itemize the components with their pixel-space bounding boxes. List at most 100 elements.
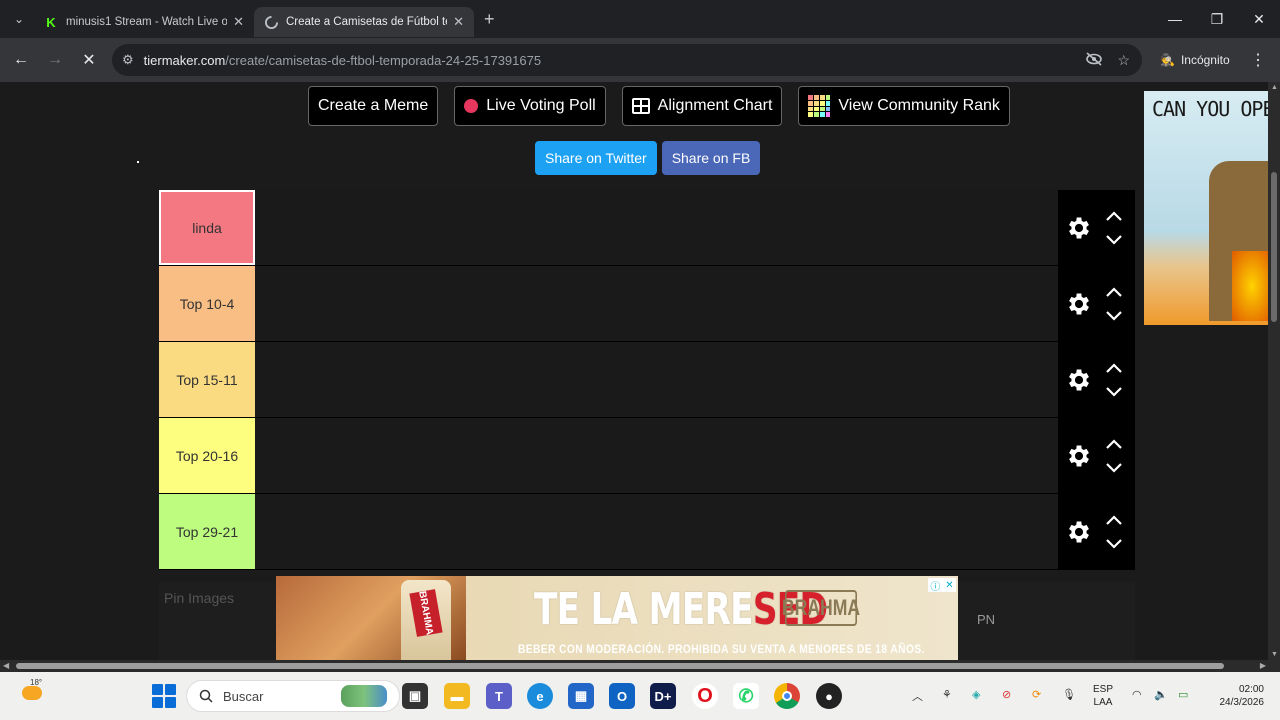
tier-drop-zone[interactable] — [255, 190, 1058, 265]
url-host: tiermaker.com — [143, 52, 226, 68]
file-explorer-icon[interactable]: ▬ — [444, 683, 470, 709]
close-icon[interactable]: ✕ — [453, 14, 464, 30]
edge-icon[interactable]: e — [527, 683, 553, 709]
tier-drop-zone[interactable] — [255, 418, 1058, 493]
gear-icon[interactable] — [1062, 366, 1096, 394]
clock[interactable]: 02:00 24/3/2026 — [1208, 683, 1265, 709]
gear-icon[interactable] — [1062, 214, 1096, 242]
whatsapp-icon[interactable]: ✆ — [733, 683, 759, 709]
gear-icon[interactable] — [1062, 290, 1096, 318]
weather-icon — [22, 686, 42, 700]
chrome-icon[interactable] — [774, 683, 800, 709]
wifi-icon[interactable]: ◠ — [1132, 688, 1142, 701]
language-indicator[interactable]: ESP LAA — [1093, 683, 1113, 709]
side-advertisement[interactable]: CAN YOU OPEN — [1144, 91, 1268, 325]
tray-security-icon[interactable]: ⊘ — [1002, 688, 1011, 701]
share-twitter-button[interactable]: Share on Twitter — [535, 141, 657, 175]
tier-row: linda — [159, 190, 1135, 266]
outlook-icon[interactable]: O — [609, 683, 635, 709]
address-bar: ← → ✕ ⚙ tiermaker.com/create/camisetas-d… — [0, 38, 1280, 82]
tray-sync-icon[interactable]: ◈ — [972, 688, 980, 701]
tier-row: Top 20-16 — [159, 418, 1135, 494]
scroll-right-icon[interactable]: ▶ — [1260, 661, 1266, 670]
stop-loading-icon[interactable]: ✕ — [72, 43, 106, 77]
move-down-chevron-icon[interactable] — [1105, 310, 1123, 322]
tray-update-icon[interactable]: ⟳ — [1032, 688, 1041, 701]
restore-icon[interactable]: ❐ — [1196, 0, 1238, 38]
incognito-badge[interactable]: 🕵 Incógnito — [1148, 44, 1242, 76]
tier-label[interactable]: Top 10-4 — [159, 266, 255, 341]
stray-dot — [137, 161, 139, 163]
taskbar-search-input[interactable]: Buscar — [186, 680, 400, 712]
site-settings-icon[interactable]: ⚙ — [122, 52, 134, 68]
forward-arrow-icon[interactable]: → — [38, 43, 72, 77]
tier-controls — [1058, 190, 1135, 265]
tier-drop-zone[interactable] — [255, 494, 1058, 569]
tier-label[interactable]: Top 20-16 — [159, 418, 255, 493]
move-down-chevron-icon[interactable] — [1105, 462, 1123, 474]
alignment-chart-button[interactable]: Alignment Chart — [621, 86, 783, 126]
move-down-chevron-icon[interactable] — [1105, 234, 1123, 246]
tier-drop-zone[interactable] — [255, 266, 1058, 341]
ad-choices-icon[interactable]: ⓘ ✕ — [928, 578, 956, 593]
move-up-chevron-icon[interactable] — [1105, 362, 1123, 374]
scroll-up-icon[interactable]: ▲ — [1271, 84, 1278, 91]
scroll-down-icon[interactable]: ▼ — [1271, 651, 1278, 658]
tier-label[interactable]: linda — [159, 190, 255, 265]
scroll-thumb[interactable] — [16, 663, 1224, 669]
disney-plus-icon[interactable]: D+ — [650, 683, 676, 709]
minimize-icon[interactable]: — — [1154, 0, 1196, 38]
grid-icon — [631, 98, 650, 114]
move-up-chevron-icon[interactable] — [1105, 286, 1123, 298]
view-community-rank-button[interactable]: View Community Rank — [798, 86, 1010, 126]
more-menu-icon[interactable]: ⋮ — [1250, 50, 1266, 70]
bottom-advertisement[interactable]: BRAHMA TE LA MERESED BRAHMA BEBER CON MO… — [276, 576, 958, 660]
close-icon[interactable]: ✕ — [233, 14, 244, 30]
scroll-left-icon[interactable]: ◀ — [3, 661, 9, 670]
weather-widget[interactable]: 18° — [18, 678, 46, 710]
live-voting-poll-button[interactable]: Live Voting Poll — [454, 86, 606, 126]
tier-drop-zone[interactable] — [255, 342, 1058, 417]
tray-app-icon[interactable]: ⚘ — [942, 688, 952, 701]
horizontal-scrollbar[interactable]: ◀ ▶ — [0, 660, 1280, 672]
url-input[interactable]: ⚙ tiermaker.com/create/camisetas-de-ftbo… — [112, 44, 1142, 76]
gear-icon[interactable] — [1062, 518, 1096, 546]
teams-icon[interactable]: T — [486, 683, 512, 709]
create-meme-button[interactable]: Create a Meme — [308, 86, 439, 126]
pin-images-label[interactable]: Pin Images — [164, 590, 234, 606]
tier-label[interactable]: Top 15-11 — [159, 342, 255, 417]
tier-list: linda Top 10-4 Top 15-11 Top 20-16 Top 29-21 — [159, 190, 1135, 570]
tab-tiermaker[interactable]: Create a Camisetas de Fútbol temporada 2… — [254, 7, 474, 37]
store-icon[interactable]: ▦ — [568, 683, 594, 709]
gear-icon[interactable] — [1062, 442, 1096, 470]
windows-start-icon[interactable] — [152, 684, 176, 708]
vertical-scrollbar[interactable]: ▲ ▼ — [1268, 82, 1280, 660]
new-tab-plus-icon[interactable]: + — [484, 9, 495, 30]
move-down-chevron-icon[interactable] — [1105, 386, 1123, 398]
obs-icon[interactable]: ● — [816, 683, 842, 709]
ad-legal-text: BEBER CON MODERACIÓN. PROHIBIDA SU VENTA… — [518, 642, 925, 656]
bookmark-star-icon[interactable]: ☆ — [1117, 52, 1130, 69]
tab-search-menu[interactable]: ⌄ — [4, 4, 34, 34]
tab-title: minusis1 Stream - Watch Live on Kick — [66, 16, 228, 28]
show-hidden-icons-chevron-icon[interactable]: ︿ — [912, 688, 923, 704]
rank-grid-icon — [808, 95, 831, 117]
tab-kick[interactable]: K minusis1 Stream - Watch Live on Kick ✕ — [34, 7, 254, 37]
ad-brand-logo: BRAHMA — [782, 590, 860, 626]
eye-off-icon[interactable] — [1085, 51, 1103, 69]
tier-label[interactable]: Top 29-21 — [159, 494, 255, 569]
back-arrow-icon[interactable]: ← — [4, 43, 38, 77]
move-down-chevron-icon[interactable] — [1105, 538, 1123, 550]
volume-icon[interactable]: 🔈 — [1154, 688, 1168, 701]
move-up-chevron-icon[interactable] — [1105, 438, 1123, 450]
windows-taskbar: 18° Buscar ▣ ▬ T e ▦ O D+ O ✆ ● ︿ ⚘ ◈ ⊘ … — [0, 672, 1280, 720]
battery-icon[interactable]: ▭ — [1178, 688, 1188, 701]
window-close-icon[interactable]: ✕ — [1238, 0, 1280, 38]
move-up-chevron-icon[interactable] — [1105, 210, 1123, 222]
share-fb-button[interactable]: Share on FB — [661, 141, 761, 175]
opera-icon[interactable]: O — [692, 683, 718, 709]
move-up-chevron-icon[interactable] — [1105, 514, 1123, 526]
scroll-thumb[interactable] — [1271, 172, 1277, 322]
task-view-icon[interactable]: ▣ — [402, 683, 428, 709]
microphone-icon[interactable]: 🎙 — [1062, 688, 1076, 701]
